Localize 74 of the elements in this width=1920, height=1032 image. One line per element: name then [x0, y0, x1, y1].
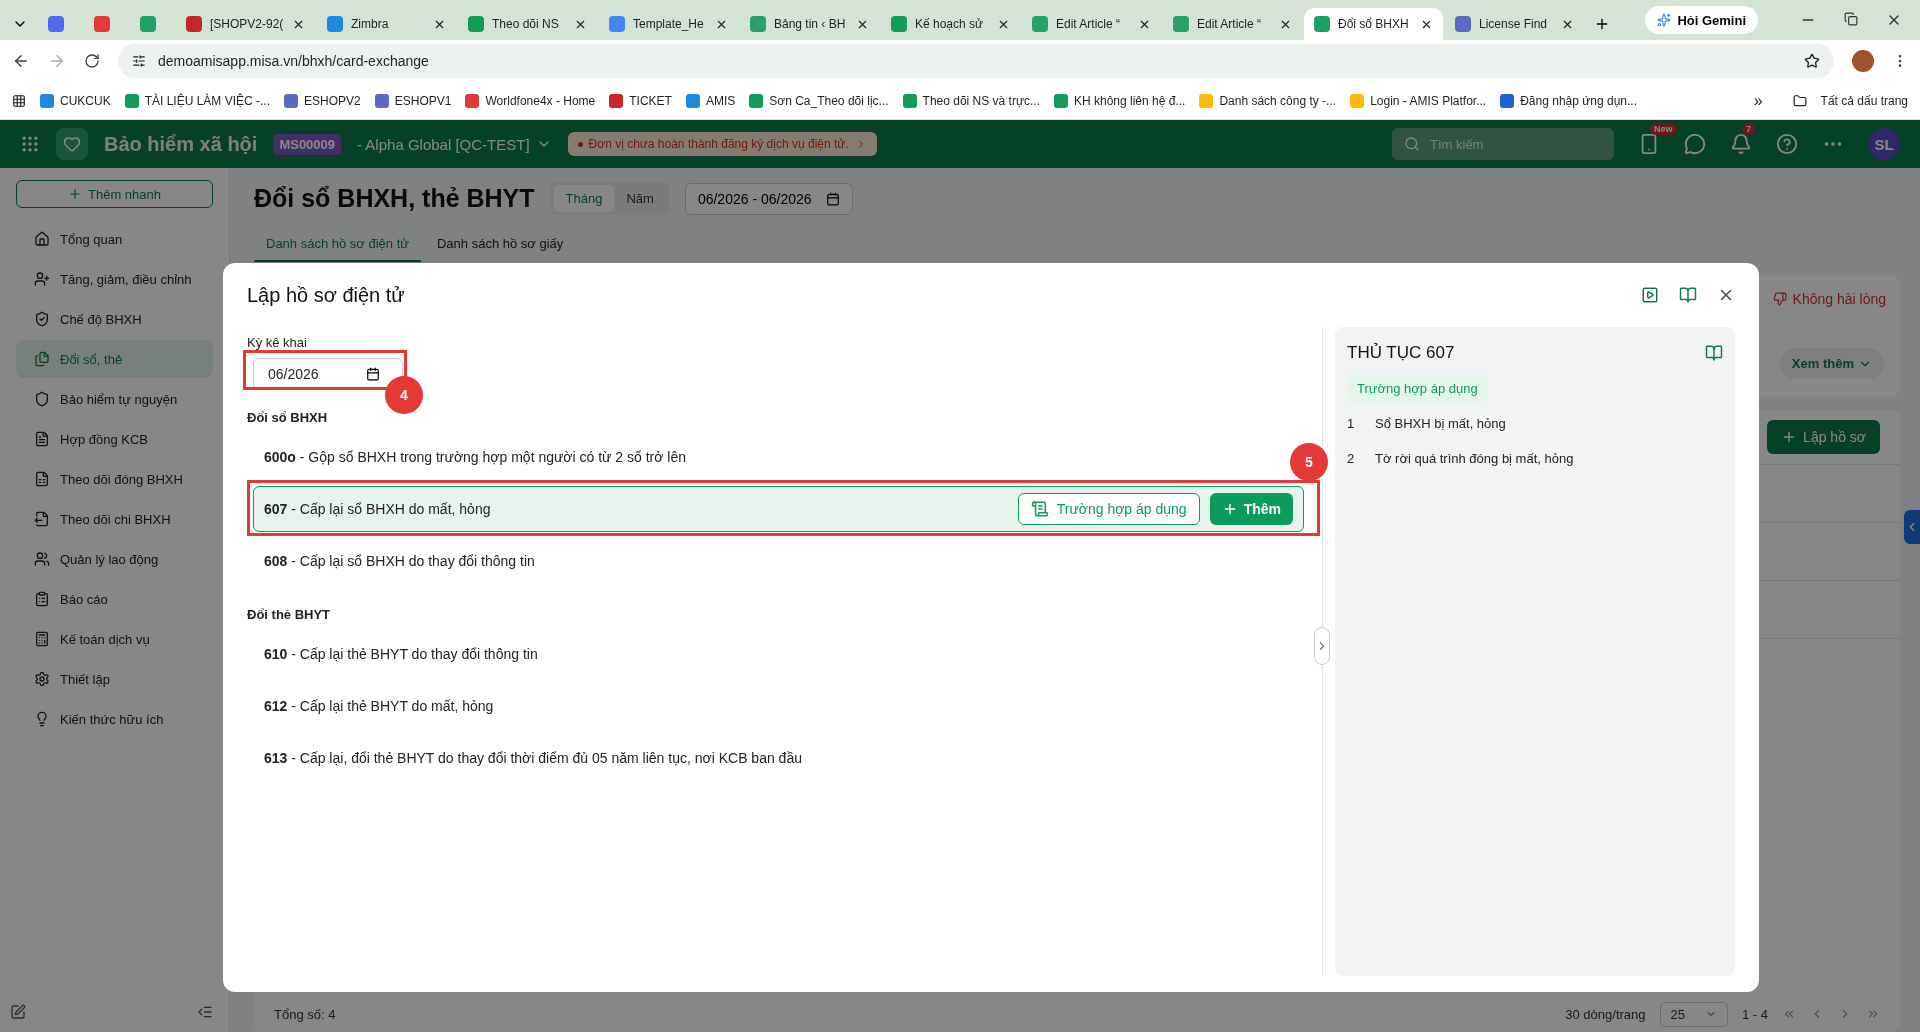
case-text: Sổ BHXH bị mất, hỏng [1375, 416, 1506, 431]
rows-per-page-label: 30 dòng/trang [1565, 1006, 1646, 1022]
sidebar-item[interactable]: Tổng quan [16, 220, 213, 258]
page-size-select[interactable]: 25 [1659, 1001, 1728, 1027]
bookmark-link[interactable]: AMIS [685, 93, 736, 108]
app-title: Bảo hiểm xã hội [104, 132, 258, 156]
case-number: 2 [1347, 451, 1355, 466]
applicable-cases-button[interactable]: Trường hợp áp dụng [1017, 493, 1200, 525]
bookmark-link[interactable]: Đăng nhập ứng dụn... [1500, 93, 1637, 108]
page-range: 1 - 4 [1742, 1006, 1768, 1022]
date-range-field[interactable]: 06/2026 - 06/2026 [684, 182, 853, 215]
browser-tab[interactable]: Edit Article “ [1022, 8, 1161, 40]
user-avatar[interactable]: SL [1868, 128, 1900, 160]
page-title: Đổi sổ BHXH, thẻ BHYT [254, 184, 535, 213]
bookmark-link[interactable]: ESHOPV1 [374, 93, 452, 108]
browser-tab[interactable]: Đổi sổ BHXH [1304, 8, 1443, 40]
total-count: Tổng số: 4 [274, 1006, 336, 1022]
search-input[interactable]: Tìm kiếm [1428, 135, 1588, 153]
modal-title: Lập hồ sơ điện tử [247, 283, 406, 307]
section-tag: Trường hợp áp dụng [1347, 375, 1488, 402]
bookmark-link[interactable]: ESHOPV2 [284, 93, 361, 108]
procedure-row[interactable]: 612 - Cấp lại thẻ BHYT do mất, hỏng [253, 683, 505, 729]
new-badge: New [1650, 123, 1677, 135]
add-button[interactable]: Thêm [1209, 493, 1293, 525]
bookmark-link[interactable]: KH không liên hệ đ... [1054, 93, 1186, 108]
sidebar-item[interactable]: Theo dõi chi BHXH [16, 500, 213, 538]
bookmark-link[interactable]: Sơn Ca_Theo dõi lịc... [749, 93, 889, 108]
browser-tab[interactable]: Bảng tin ‹ BH [740, 8, 879, 40]
search-field[interactable]: Tìm kiếm [1392, 128, 1614, 160]
bookmark-link[interactable]: CUKCUK [40, 93, 111, 108]
browser-tab[interactable]: Theo dõi NS [458, 8, 597, 40]
sidebar-item[interactable]: Báo cáo [16, 580, 213, 618]
browser-tab[interactable]: Kế hoạch sử [881, 8, 1020, 40]
sidebar-item[interactable]: Tăng, giảm, điều chỉnh [16, 260, 213, 298]
browser-tab[interactable]: License Find [1445, 8, 1584, 40]
list-tab[interactable]: Danh sách hồ sơ giấy [425, 227, 576, 262]
company-code: MS00009 [273, 133, 342, 155]
case-text: Tờ rời quá trình đóng bị mất, hỏng [1375, 451, 1574, 466]
bookmark-link[interactable]: Danh sách công ty -... [1199, 93, 1337, 108]
browser-tab[interactable]: Zimbra [317, 8, 456, 40]
bookmark-link[interactable]: Theo dõi NS và trực... [902, 93, 1040, 108]
procedure-title: THỦ TỤC 607 [1347, 343, 1455, 363]
sidebar-item[interactable]: Bảo hiểm tự nguyện [16, 380, 213, 418]
group-heading: Đổi thẻ BHYT [247, 607, 332, 622]
sidebar-item[interactable]: Kiến thức hữu ích [16, 700, 213, 738]
notification-count: 7 [1742, 123, 1755, 135]
group-heading: Đổi sổ BHXH [247, 410, 329, 425]
sidebar-item[interactable]: Theo dõi đóng BHXH [16, 460, 213, 498]
sidebar-item[interactable]: Thiết lập [16, 660, 213, 698]
sidebar-item[interactable]: Hợp đồng KCB [16, 420, 213, 458]
bookmark-link[interactable]: Worldfone4x - Home [465, 93, 596, 108]
browser-tab[interactable]: Edit Article “ [1163, 8, 1302, 40]
field-label: Kỳ kê khai [247, 335, 308, 350]
period-toggle[interactable]: Năm [614, 185, 666, 212]
procedure-row[interactable]: 610 - Cấp lại thẻ BHYT do thay đổi thông tin [253, 631, 549, 677]
browser-tab[interactable]: Template_He [599, 8, 738, 40]
more-bookmarks-button[interactable]: » [1753, 91, 1763, 110]
sidebar-item[interactable]: Quản lý lao động [16, 540, 213, 578]
gemini-button[interactable]: Hỏi Gemini [1645, 6, 1758, 34]
browser-tab[interactable]: [SHOPV2-92( [176, 8, 315, 40]
step-badge: 5 [1290, 443, 1328, 481]
case-number: 1 [1347, 416, 1355, 431]
address-bar[interactable]: demoamisapp.misa.vn/bhxh/card-exchange [118, 44, 1834, 78]
bookmark-link[interactable]: Login - AMIS Platfor... [1350, 93, 1487, 108]
sidebar-item[interactable]: Kế toán dịch vụ [16, 620, 213, 658]
bookmark-link[interactable]: TICKET [609, 93, 672, 108]
procedure-row[interactable]: 608 - Cấp lại sổ BHXH do thay đổi thông tin [253, 538, 546, 584]
procedure-row[interactable]: 613 - Cấp lại, đổi thẻ BHYT do thay đổi thời điểm đủ 05 năm liên tục, nơi KCB ban đầu [253, 735, 813, 781]
step-badge: 4 [385, 376, 423, 414]
sidebar-item[interactable]: Chế độ BHXH [16, 300, 213, 338]
bookmark-link[interactable]: TÀI LIỆU LÀM VIỆC -... [124, 93, 271, 108]
all-bookmarks-link[interactable]: Tất cả dấu trang [1820, 93, 1908, 108]
procedure-row[interactable]: 600o - Gộp sổ BHXH trong trường hợp một người có từ 2 sổ trở lên [253, 434, 698, 480]
procedure-row[interactable]: 607 - Cấp lại sổ BHXH do mất, hỏng Trường hợp áp dụng Thêm [253, 486, 1304, 532]
